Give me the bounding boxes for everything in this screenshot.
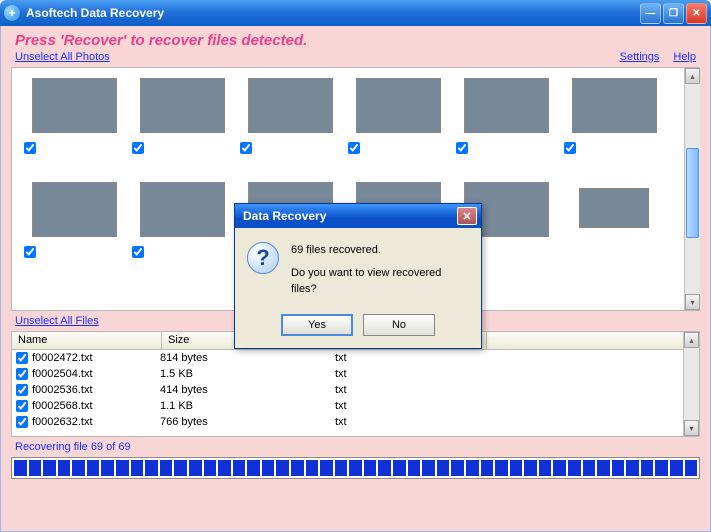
- file-size: 1.5 KB: [160, 368, 335, 380]
- instruction-text: Press 'Recover' to recover files detecte…: [11, 30, 700, 51]
- recovery-dialog: Data Recovery ✕ ? 69 files recovered. Do…: [234, 203, 482, 349]
- file-rows: f0002472.txt 814 bytes txt f0002504.txt …: [12, 350, 699, 430]
- file-size: 814 bytes: [160, 352, 335, 364]
- scroll-thumb[interactable]: [686, 148, 699, 238]
- file-name: f0002472.txt: [32, 352, 160, 364]
- file-row[interactable]: f0002536.txt 414 bytes txt: [12, 382, 699, 398]
- photo-item[interactable]: [128, 180, 236, 280]
- dialog-line2: Do you want to view recovered files?: [291, 265, 469, 298]
- yes-button[interactable]: Yes: [281, 314, 353, 336]
- photo-checkbox[interactable]: [24, 142, 36, 154]
- file-ext: txt: [335, 416, 485, 428]
- file-scrollbar[interactable]: ▴ ▾: [683, 332, 699, 436]
- window-buttons: — ❐ ✕: [640, 3, 707, 24]
- photo-checkbox[interactable]: [24, 246, 36, 258]
- app-icon: +: [4, 5, 20, 21]
- file-row[interactable]: f0002568.txt 1.1 KB txt: [12, 398, 699, 414]
- photo-thumbnail: [140, 182, 225, 237]
- file-checkbox[interactable]: [16, 384, 28, 396]
- file-row[interactable]: f0002472.txt 814 bytes txt: [12, 350, 699, 366]
- dialog-title: Data Recovery: [239, 209, 457, 223]
- photo-item[interactable]: [344, 76, 452, 176]
- file-checkbox[interactable]: [16, 416, 28, 428]
- file-ext: txt: [335, 400, 485, 412]
- photo-checkbox[interactable]: [132, 246, 144, 258]
- photo-item[interactable]: [560, 180, 668, 280]
- photo-thumbnail: [356, 78, 441, 133]
- col-name[interactable]: Name: [12, 332, 162, 349]
- file-checkbox[interactable]: [16, 400, 28, 412]
- minimize-button[interactable]: —: [640, 3, 661, 24]
- file-name: f0002504.txt: [32, 368, 160, 380]
- photo-item[interactable]: [20, 76, 128, 176]
- window-titlebar: + Asoftech Data Recovery — ❐ ✕: [0, 0, 711, 26]
- photo-thumbnail: [464, 78, 549, 133]
- photo-scrollbar[interactable]: ▴ ▾: [684, 68, 700, 310]
- settings-link[interactable]: Settings: [620, 51, 660, 63]
- scroll-down-icon[interactable]: ▾: [685, 294, 700, 310]
- file-size: 766 bytes: [160, 416, 335, 428]
- photo-item[interactable]: [20, 180, 128, 280]
- photo-thumbnail: [579, 188, 649, 228]
- file-checkbox[interactable]: [16, 368, 28, 380]
- dialog-body: ? 69 files recovered. Do you want to vie…: [235, 228, 481, 308]
- file-size: 414 bytes: [160, 384, 335, 396]
- close-button[interactable]: ✕: [686, 3, 707, 24]
- file-row[interactable]: f0002504.txt 1.5 KB txt: [12, 366, 699, 382]
- dialog-buttons: Yes No: [235, 308, 481, 348]
- file-name: f0002536.txt: [32, 384, 160, 396]
- file-size: 1.1 KB: [160, 400, 335, 412]
- file-ext: txt: [335, 368, 485, 380]
- photo-checkbox[interactable]: [456, 142, 468, 154]
- photo-thumbnail: [248, 78, 333, 133]
- photo-checkbox[interactable]: [240, 142, 252, 154]
- scroll-up-icon[interactable]: ▴: [685, 68, 700, 84]
- photo-thumbnail: [32, 182, 117, 237]
- photo-item[interactable]: [236, 76, 344, 176]
- scroll-up-icon[interactable]: ▴: [684, 332, 699, 348]
- photo-item[interactable]: [560, 76, 668, 176]
- photo-item[interactable]: [128, 76, 236, 176]
- photo-thumbnail: [572, 78, 657, 133]
- question-icon: ?: [247, 242, 279, 274]
- no-button[interactable]: No: [363, 314, 435, 336]
- status-text: Recovering file 69 of 69: [11, 437, 700, 457]
- dialog-close-button[interactable]: ✕: [457, 207, 477, 225]
- file-ext: txt: [335, 384, 485, 396]
- help-link[interactable]: Help: [673, 51, 696, 63]
- photo-thumbnail: [32, 78, 117, 133]
- dialog-line1: 69 files recovered.: [291, 242, 469, 259]
- main-body: Press 'Recover' to recover files detecte…: [0, 26, 711, 532]
- unselect-all-photos-link[interactable]: Unselect All Photos: [15, 51, 110, 63]
- file-ext: txt: [335, 352, 485, 364]
- photo-thumbnail: [140, 78, 225, 133]
- top-link-row: Unselect All Photos Settings Help: [11, 51, 700, 67]
- file-checkbox[interactable]: [16, 352, 28, 364]
- window-title: Asoftech Data Recovery: [26, 6, 640, 20]
- col-spacer: [487, 332, 699, 349]
- file-row[interactable]: f0002632.txt 766 bytes txt: [12, 414, 699, 430]
- photo-checkbox[interactable]: [132, 142, 144, 154]
- photo-item[interactable]: [452, 76, 560, 176]
- file-name: f0002568.txt: [32, 400, 160, 412]
- dialog-message: 69 files recovered. Do you want to view …: [291, 242, 469, 298]
- scroll-down-icon[interactable]: ▾: [684, 420, 699, 436]
- file-name: f0002632.txt: [32, 416, 160, 428]
- photo-checkbox[interactable]: [564, 142, 576, 154]
- unselect-all-files-link[interactable]: Unselect All Files: [15, 315, 99, 327]
- progress-bar: [11, 457, 700, 479]
- photo-checkbox[interactable]: [348, 142, 360, 154]
- dialog-titlebar: Data Recovery ✕: [235, 204, 481, 228]
- maximize-button[interactable]: ❐: [663, 3, 684, 24]
